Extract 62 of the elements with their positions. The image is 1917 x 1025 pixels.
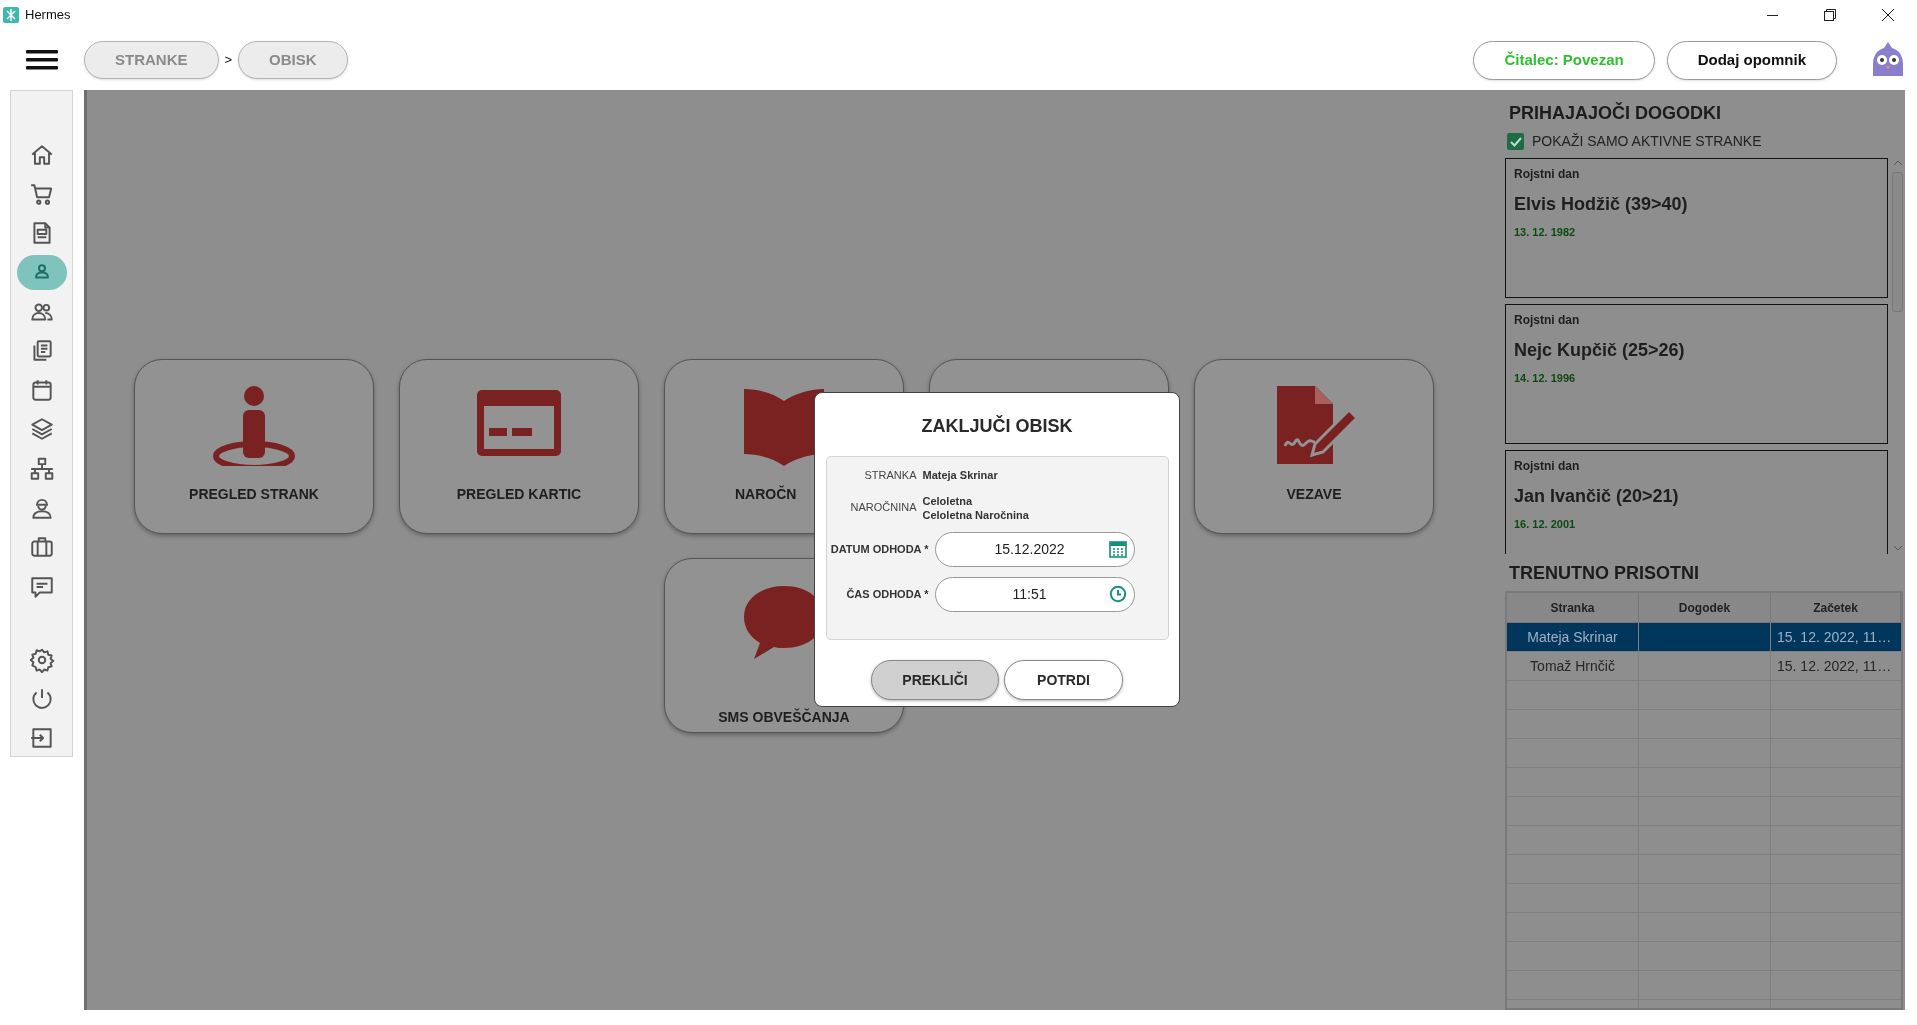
dialog-title: ZAKLJUČI OBISK <box>921 414 1073 438</box>
event-date: 16. 12. 2001 <box>1514 517 1576 532</box>
section-title: PRIHAJAJOČI DOGODKI <box>1508 101 1723 125</box>
minimize-icon <box>1766 14 1778 16</box>
event-type: Rojstni dan <box>1514 458 1580 475</box>
column-header: Stranka <box>1507 593 1639 622</box>
confirm-button[interactable]: POTRDI <box>1004 660 1123 700</box>
layers-icon <box>28 416 55 443</box>
tile-label: VEZAVE <box>1286 485 1342 504</box>
field-value: Celoletna Naročnina <box>922 507 1029 522</box>
table-cell-text: 15. 12. 2022, 11… <box>1776 627 1893 647</box>
time-field[interactable]: 11:51 <box>934 576 1135 612</box>
app-logo-icon <box>3 7 19 23</box>
column-header: Dogodek <box>1639 593 1771 622</box>
breadcrumb[interactable]: STRANKE <box>84 41 219 79</box>
table-cell: Mateja Skrinar <box>1507 623 1639 651</box>
breadcrumb[interactable]: OBISK <box>238 41 348 79</box>
checkbox[interactable] <box>1507 133 1524 150</box>
clock-icon <box>1108 584 1127 603</box>
tile[interactable]: VEZAVE <box>1194 359 1434 534</box>
cancel-button[interactable]: PREKLIČI <box>871 660 999 700</box>
tile[interactable]: PREGLED KARTIC <box>399 359 639 534</box>
restore-icon <box>1824 9 1836 21</box>
calendar-icon <box>1108 539 1127 558</box>
table-row[interactable]: Mateja Skrinar 15. 12. 2022, 11… <box>1507 623 1901 652</box>
scroll-up-icon <box>1892 160 1903 166</box>
table-row[interactable]: Tomaž Hrnčič 15. 12. 2022, 11… <box>1507 652 1901 681</box>
event-date: 14. 12. 1996 <box>1514 371 1576 386</box>
tile-label: NAROČN <box>735 484 797 504</box>
reader-status-badge: Čitalec: Povezan <box>1473 40 1655 80</box>
close-icon <box>1882 9 1894 21</box>
event-card[interactable]: Rojstni dan Elvis Hodžič (39>40) 13. 12. 1982 <box>1505 158 1888 298</box>
event-name: Nejc Kupčič (25>26) <box>1514 339 1685 362</box>
column-header: Začetek <box>1771 593 1901 622</box>
event-type: Rojstni dan <box>1514 312 1580 329</box>
tile-label: PREGLED STRANK <box>189 485 319 504</box>
sidebar-item[interactable] <box>16 254 67 291</box>
window-title: Hermes <box>25 6 71 25</box>
filter-checkbox[interactable]: POKAŽI SAMO AKTIVNE STRANKE <box>1505 131 1905 152</box>
table-cell: Tomaž Hrnčič <box>1507 652 1639 680</box>
event-name: Elvis Hodžič (39>40) <box>1514 193 1688 216</box>
field-value: Celoletna <box>922 493 974 508</box>
tile-label: PREGLED KARTIC <box>456 485 582 504</box>
tile[interactable]: PREGLED STRANK <box>134 359 374 534</box>
section-title: TRENUTNO PRISOTNI <box>1508 562 1700 585</box>
breadcrumb-separator: > <box>224 51 233 70</box>
table-cell-text: 15. 12. 2022, 11… <box>1776 656 1893 676</box>
field-value: Mateja Skrinar <box>922 468 998 483</box>
field-label: DATUM ODHODA * <box>829 541 929 557</box>
event-name: Jan Ivančič (20>21) <box>1514 485 1679 508</box>
menu-icon <box>26 49 58 71</box>
tile-label: SMS OBVEŠČANJA <box>718 707 850 727</box>
event-card[interactable]: Rojstni dan Nejc Kupčič (25>26) 14. 12. 1996 <box>1505 304 1888 444</box>
date-field[interactable]: 15.12.2022 <box>934 531 1135 567</box>
event-card[interactable]: Rojstni dan Jan Ivančič (20>21) 16. 12. 2001 <box>1505 450 1888 554</box>
event-type: Rojstni dan <box>1514 166 1580 183</box>
network-icon <box>28 455 55 482</box>
menu-button[interactable] <box>26 48 58 72</box>
scroll-down-icon <box>1892 545 1903 551</box>
event-date: 13. 12. 1982 <box>1514 225 1576 240</box>
add-reminder-button[interactable]: Dodaj opomnik <box>1666 40 1837 80</box>
settings-icon <box>28 646 55 673</box>
